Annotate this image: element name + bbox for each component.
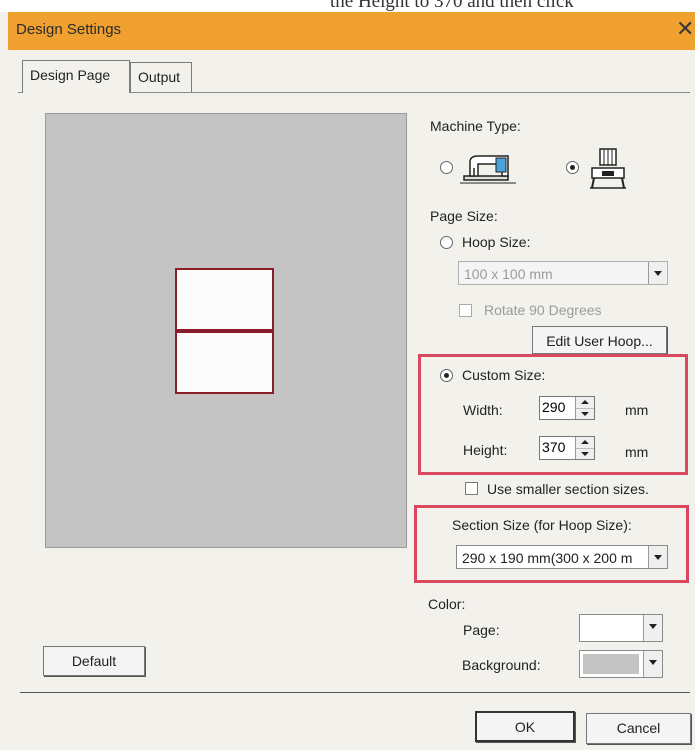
cropped-instruction-text: the Height to 370 and then click [0, 0, 695, 12]
height-input[interactable] [542, 439, 574, 455]
hoop-size-label: Hoop Size: [462, 234, 531, 250]
tab-output[interactable]: Output [130, 62, 192, 93]
page-color-select[interactable] [579, 614, 663, 642]
machine-type-sewing-radio[interactable] [440, 161, 453, 174]
chevron-down-icon [648, 546, 667, 568]
section-size-label: Section Size (for Hoop Size): [452, 517, 632, 533]
height-down-icon[interactable] [576, 448, 594, 460]
ok-button[interactable]: OK [475, 711, 575, 742]
machine-type-embroidery-radio[interactable] [566, 161, 579, 174]
tab-design-page[interactable]: Design Page [22, 60, 130, 93]
height-stepper [539, 436, 595, 460]
width-up-icon[interactable] [576, 397, 594, 408]
rotate-90-checkbox[interactable] [459, 304, 472, 317]
height-label: Height: [463, 442, 508, 458]
embroidery-machine-icon [588, 146, 628, 193]
tab-output-label: Output [138, 69, 181, 85]
width-input[interactable] [542, 399, 574, 415]
page-color-label: Page: [463, 622, 500, 638]
width-unit: mm [625, 402, 649, 418]
edit-user-hoop-button[interactable]: Edit User Hoop... [532, 326, 667, 354]
edit-user-hoop-label: Edit User Hoop... [546, 333, 653, 349]
height-unit: mm [625, 444, 649, 460]
color-label: Color: [428, 596, 466, 612]
cancel-button-label: Cancel [616, 720, 661, 736]
height-up-icon[interactable] [576, 437, 594, 448]
design-page-preview [45, 113, 407, 548]
custom-size-radio[interactable] [440, 369, 453, 382]
machine-type-label: Machine Type: [430, 118, 521, 134]
default-button[interactable]: Default [43, 646, 145, 676]
height-spinner [575, 437, 594, 459]
chevron-down-icon [648, 262, 667, 284]
page-size-label: Page Size: [430, 208, 498, 224]
section-size-value: 290 x 190 mm(300 x 200 m [462, 550, 633, 566]
sewing-machine-icon [456, 146, 520, 189]
close-icon[interactable]: ✕ [676, 16, 694, 42]
dialog-separator [20, 692, 690, 693]
background-color-swatch [583, 654, 639, 674]
page-color-swatch [583, 618, 639, 638]
section-size-select[interactable]: 290 x 190 mm(300 x 200 m [456, 545, 668, 569]
tab-design-page-label: Design Page [30, 67, 111, 83]
width-spinner [575, 397, 594, 419]
custom-size-label: Custom Size: [462, 367, 546, 383]
background-color-select[interactable] [579, 650, 663, 678]
title-bar: Design Settings ✕ [8, 12, 695, 50]
preview-section-bottom [175, 331, 274, 394]
instruction-text: the Height to 370 and then click [330, 0, 574, 12]
cancel-button[interactable]: Cancel [586, 713, 691, 744]
hoop-size-value: 100 x 100 mm [464, 266, 553, 282]
smaller-sections-label: Use smaller section sizes. [487, 481, 649, 497]
background-color-label: Background: [462, 657, 541, 673]
smaller-sections-checkbox[interactable] [465, 482, 478, 495]
ok-button-label: OK [514, 719, 536, 735]
width-label: Width: [463, 402, 503, 418]
chevron-down-icon [643, 615, 662, 641]
width-stepper [539, 396, 595, 420]
rotate-90-label: Rotate 90 Degrees [484, 302, 602, 318]
hoop-size-radio[interactable] [440, 236, 453, 249]
width-down-icon[interactable] [576, 408, 594, 420]
chevron-down-icon [643, 651, 662, 677]
window-title: Design Settings [16, 21, 122, 38]
preview-section-top [175, 268, 274, 331]
hoop-size-select[interactable]: 100 x 100 mm [458, 261, 668, 285]
default-button-label: Default [71, 653, 117, 669]
